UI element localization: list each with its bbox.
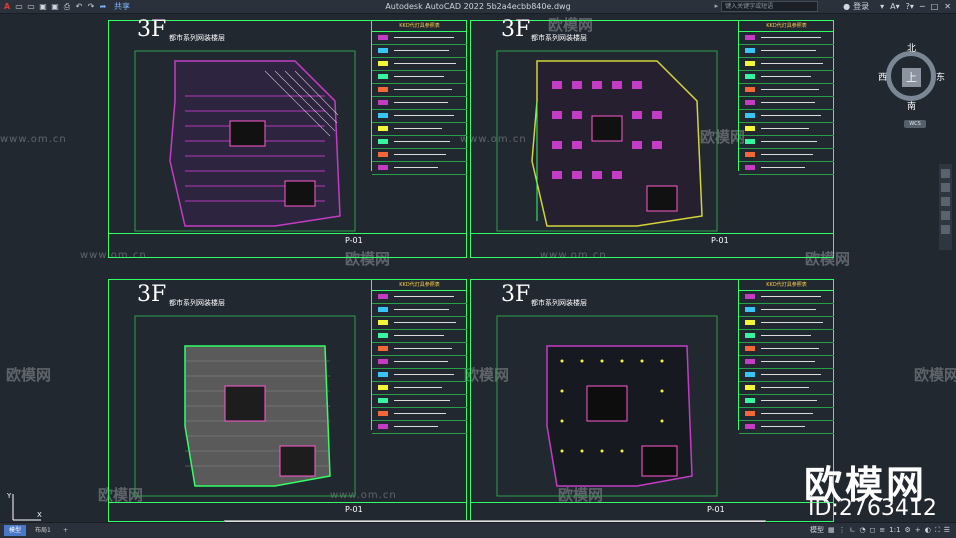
title-block: P-01 — [471, 502, 833, 522]
drawing-sheet[interactable]: 3F 都市系列网装楼层 KKD代灯具参照表 P-01 — [108, 279, 467, 522]
compass-west[interactable]: 西 — [878, 70, 887, 83]
status-bar: 模型 布局1 + 模型 ▦ ⋮ ∟ ◔ ◻ ≡ 1:1 ⚙ + ◐ ⛶ ☰ — [0, 522, 956, 538]
print-icon[interactable]: ⎙ — [62, 2, 72, 12]
watermark-brand: 欧模网 — [914, 366, 956, 384]
settings-icon[interactable]: ⚙ — [905, 523, 911, 538]
title-block: P-01 — [109, 502, 466, 522]
svg-text:X: X — [37, 511, 42, 519]
brand-id: ID:2763412 — [808, 496, 937, 521]
polar-icon[interactable]: ◔ — [859, 523, 865, 538]
compass-south[interactable]: 南 — [907, 99, 916, 112]
title-block: P-01 — [471, 233, 833, 258]
floor-label: 3F — [501, 17, 531, 42]
app-menu-icon[interactable]: A — [2, 2, 12, 12]
viewcube-top-face[interactable]: 上 — [902, 68, 921, 87]
drawing-sheet[interactable]: 3F 都市系列网装楼层 KKD代灯具参照表 P-01 — [108, 17, 467, 258]
svg-text:Y: Y — [6, 492, 12, 500]
search-expand-icon[interactable]: ▸ — [715, 0, 719, 13]
osnap-icon[interactable]: ◻ — [870, 523, 876, 538]
floor-plan — [134, 50, 356, 232]
share-icon[interactable]: ➦ — [98, 2, 108, 12]
page-number: P-01 — [345, 505, 363, 514]
grid-icon[interactable]: ▦ — [828, 523, 835, 538]
title-block: P-01 — [109, 233, 466, 258]
wcs-menu[interactable]: WCS — [904, 120, 926, 128]
floor-plan — [496, 50, 718, 232]
ortho-icon[interactable]: ∟ — [850, 523, 856, 538]
isolate-icon[interactable]: ◐ — [925, 523, 931, 538]
help-icon[interactable]: ?▾ — [906, 0, 914, 13]
minimize-icon[interactable]: ─ — [920, 0, 925, 13]
ucs-icon: Y X — [6, 492, 42, 521]
new-icon[interactable]: ▭ — [26, 2, 36, 12]
watermark-brand: 欧模网 — [6, 366, 52, 384]
annotation-scale[interactable]: 1:1 — [889, 523, 900, 538]
legend-table: KKD代灯具参照表 — [738, 21, 834, 175]
close-icon[interactable]: ✕ — [944, 0, 951, 13]
open-icon[interactable]: ▭ — [14, 2, 24, 12]
floor-plan — [134, 315, 356, 497]
drawing-canvas[interactable]: 欧模网 欧模网 欧模网 欧模网 欧模网 欧模网 欧模网 欧模网 欧模网 欧模网 … — [0, 14, 956, 522]
steering-wheel-icon[interactable] — [941, 169, 950, 178]
legend-header: KKD代灯具参照表 — [372, 280, 467, 291]
fullscreen-icon[interactable]: ⛶ — [935, 523, 940, 538]
viewcube[interactable]: 上 北 南 西 东 — [878, 44, 945, 112]
legend-table: KKD代灯具参照表 — [738, 280, 834, 434]
floor-label: 3F — [137, 17, 167, 42]
compass-north[interactable]: 北 — [907, 41, 916, 54]
legend-header: KKD代灯具参照表 — [739, 280, 834, 291]
legend-table: KKD代灯具参照表 — [371, 21, 467, 175]
legend-table: KKD代灯具参照表 — [371, 280, 467, 434]
customize-icon[interactable]: ☰ — [944, 523, 950, 538]
autodesk-a360-icon[interactable]: A▾ — [890, 0, 900, 13]
add-layout-button[interactable]: + — [58, 525, 73, 536]
tab-layout1[interactable]: 布局1 — [30, 525, 56, 536]
legend-header: KKD代灯具参照表 — [372, 21, 467, 32]
login-button[interactable]: 登录 — [853, 0, 869, 13]
page-number: P-01 — [345, 236, 363, 245]
page-number: P-01 — [707, 505, 725, 514]
quick-access-toolbar: A ▭ ▭ ▣ ▣ ⎙ ↶ ↷ ➦ 共享 — [2, 0, 130, 13]
lineweight-icon[interactable]: ≡ — [879, 523, 885, 538]
navigation-bar — [939, 164, 952, 250]
compass-east[interactable]: 东 — [936, 70, 945, 83]
search-input[interactable]: 键入关键字或短语 — [721, 1, 819, 12]
user-icon[interactable]: ● — [843, 0, 850, 13]
model-space-toggle[interactable]: 模型 — [810, 523, 824, 538]
floor-label: 3F — [501, 282, 531, 307]
snap-icon[interactable]: ⋮ — [839, 523, 846, 538]
showmotion-icon[interactable] — [941, 225, 950, 234]
cart-icon[interactable]: ▾ — [880, 0, 884, 13]
drawing-sheet[interactable]: 3F 都市系列网装楼层 KKD代灯具参照表 P-01 — [470, 17, 834, 258]
title-bar: A ▭ ▭ ▣ ▣ ⎙ ↶ ↷ ➦ 共享 Autodesk AutoCAD 20… — [0, 0, 956, 14]
watermark-site: www.om.cn — [0, 134, 67, 145]
floor-plan — [496, 315, 718, 497]
zoom-icon[interactable] — [941, 197, 950, 206]
floor-label: 3F — [137, 282, 167, 307]
pan-icon[interactable] — [941, 183, 950, 192]
legend-header: KKD代灯具参照表 — [739, 21, 834, 32]
redo-icon[interactable]: ↷ — [86, 2, 96, 12]
drawing-sheet[interactable]: 3F 都市系列网装楼层 KKD代灯具参照表 P-01 — [470, 279, 834, 522]
page-number: P-01 — [711, 236, 729, 245]
orbit-icon[interactable] — [941, 211, 950, 220]
save-icon[interactable]: ▣ — [38, 2, 48, 12]
undo-icon[interactable]: ↶ — [74, 2, 84, 12]
saveas-icon[interactable]: ▣ — [50, 2, 60, 12]
add-icon[interactable]: + — [915, 523, 921, 538]
share-button[interactable]: 共享 — [114, 0, 130, 13]
maximize-icon[interactable]: □ — [931, 0, 939, 13]
tab-model[interactable]: 模型 — [4, 525, 27, 536]
